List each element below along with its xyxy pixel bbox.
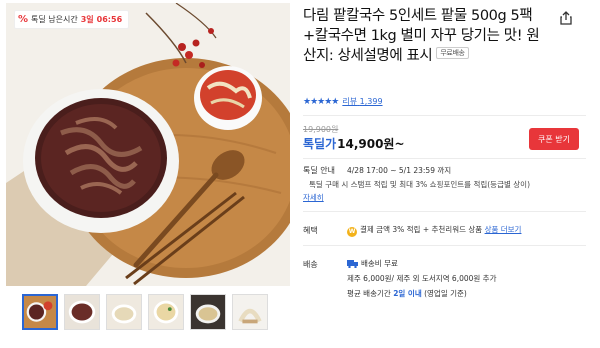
reviews-link[interactable]: 리뷰 1,399 xyxy=(342,96,382,107)
shipping-fee-row: 배송비 무료 xyxy=(347,258,398,269)
divider xyxy=(303,245,586,246)
reviews-count: 1,399 xyxy=(359,97,383,106)
thumbnail-6[interactable] xyxy=(232,294,268,330)
original-price: 19,900원 xyxy=(303,125,339,134)
talkdeal-desc: 톡딜 구매 시 스탬프 적립 및 최대 3% 쇼핑포인트를 적립(등급별 상이) xyxy=(309,180,530,189)
shipping-avg-row: 평균 배송기간 2일 이내 (영업일 기준) xyxy=(347,288,467,299)
product-title: 다림 팥칼국수 5인세트 팥물 500g 5팩+칼국수면 1kg 별미 자꾸 당… xyxy=(303,0,547,66)
talkdeal-period: 4/28 17:00 ~ 5/1 23:59 까지 xyxy=(347,166,452,175)
sale-price: 14,900원~ xyxy=(337,137,405,151)
sale-price-row: 톡딜가 14,900원~ xyxy=(303,135,405,152)
shipping-avg-suffix: (영업일 기준) xyxy=(424,289,467,298)
talkdeal-more-link[interactable]: 자세히 xyxy=(303,192,324,203)
deal-timer-label: 톡딜 남은시간 xyxy=(31,15,78,24)
free-shipping-tag: 무료배송 xyxy=(436,47,469,59)
coupon-button[interactable]: 쿠폰 받기 xyxy=(529,128,579,150)
shipping-avg-days: 2일 이내 xyxy=(393,289,422,298)
product-title-text: 다림 팥칼국수 5인세트 팥물 500g 5팩+칼국수면 1kg 별미 자꾸 당… xyxy=(303,8,540,64)
sale-price-label: 톡딜가 xyxy=(303,137,337,151)
product-main-image[interactable]: % 톡딜 남은시간 3일 06:56 xyxy=(6,3,290,286)
shipping-fee: 배송비 무료 xyxy=(361,259,398,268)
shipping-avg-prefix: 평균 배송기간 xyxy=(347,289,391,298)
thumbnail-strip xyxy=(22,294,268,330)
deal-timer-days: 3일 xyxy=(80,15,94,24)
share-button[interactable] xyxy=(555,7,577,29)
percent-icon: % xyxy=(18,14,29,25)
rating-row: ★★★★★ 리뷰 1,399 xyxy=(303,96,383,107)
benefit-text: 결제 금액 3% 적립 + 추천리워드 상품 xyxy=(360,225,483,234)
benefit-label: 혜택 xyxy=(303,226,318,235)
benefit-row: W 결제 금액 3% 적립 + 추천리워드 상품 상품 더보기 xyxy=(347,224,521,237)
shipping-label: 배송 xyxy=(303,260,318,269)
truck-icon xyxy=(347,260,358,268)
deal-timer-badge: % 톡딜 남은시간 3일 06:56 xyxy=(14,10,130,29)
product-info-panel: 다림 팥칼국수 5인세트 팥물 500g 5팩+칼국수면 1kg 별미 자꾸 당… xyxy=(303,0,600,298)
share-icon xyxy=(560,11,572,25)
shipping-region-fee: 제주 6,000원/ 제주 외 도서지역 6,000원 추가 xyxy=(347,274,497,283)
thumbnail-1[interactable] xyxy=(22,294,58,330)
divider xyxy=(303,211,586,212)
talkdeal-info-label: 톡딜 안내 xyxy=(303,166,335,175)
thumbnail-4[interactable] xyxy=(148,294,184,330)
coin-icon: W xyxy=(347,227,357,237)
divider xyxy=(303,158,586,159)
rating-stars: ★★★★★ xyxy=(303,96,339,107)
product-photo xyxy=(6,3,290,286)
deal-timer-time: 06:56 xyxy=(96,15,123,24)
thumbnail-5[interactable] xyxy=(190,294,226,330)
thumbnail-2[interactable] xyxy=(64,294,100,330)
thumbnail-3[interactable] xyxy=(106,294,142,330)
reviews-label: 리뷰 xyxy=(342,97,358,106)
divider xyxy=(303,115,586,116)
more-products-link[interactable]: 상품 더보기 xyxy=(485,225,522,234)
